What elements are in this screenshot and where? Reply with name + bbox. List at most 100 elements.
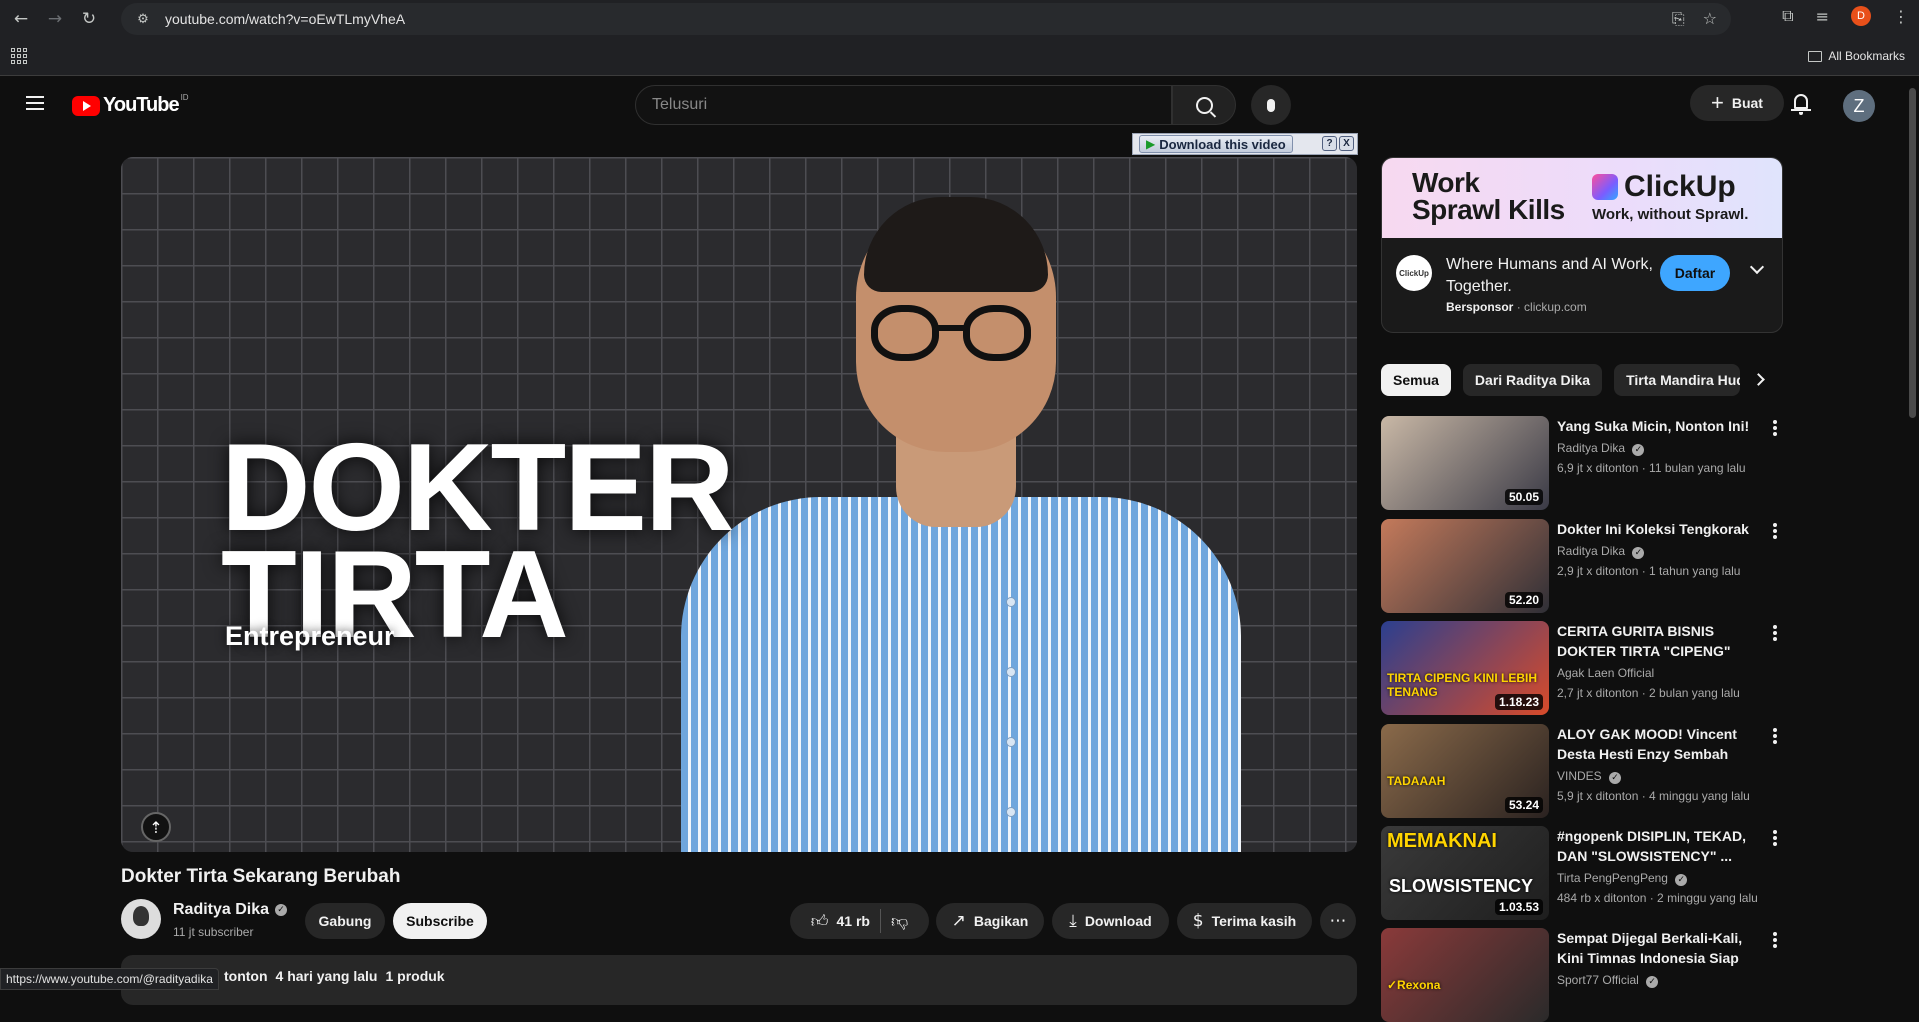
recommended-channel[interactable]: Tirta PengPengPeng ✓: [1557, 868, 1688, 888]
more-vertical-icon[interactable]: [1773, 523, 1777, 539]
url-text[interactable]: youtube.com/watch?v=oEwTLmyVheA: [165, 11, 405, 27]
forward-icon[interactable]: →: [42, 6, 68, 32]
recommended-channel[interactable]: Agak Laen Official: [1557, 663, 1654, 683]
site-info-icon[interactable]: ⚙: [135, 11, 151, 27]
sponsored-ad-card[interactable]: Work Sprawl Kills ClickUp Work, without …: [1381, 157, 1783, 333]
recommended-channel-name[interactable]: Sport77 Official: [1557, 973, 1639, 987]
verified-badge-icon: ✓: [1632, 547, 1645, 559]
recommended-channel-name[interactable]: Raditya Dika: [1557, 544, 1625, 558]
thumbnail-caption-2: SLOWSISTENCY: [1389, 876, 1534, 896]
recommended-stats: 5,9 jt x ditonton · 4 minggu yang lalu: [1557, 789, 1750, 803]
thanks-button[interactable]: $ Terima kasih: [1177, 903, 1312, 939]
recommended-channel[interactable]: VINDES ✓: [1557, 766, 1622, 786]
recommended-video[interactable]: TADAAAH 53.24 ALOY GAK MOOD! Vincent Des…: [1381, 724, 1783, 818]
filter-chips: Semua Dari Raditya Dika Tirta Mandira Hu…: [1381, 364, 1741, 396]
download-this-video-button[interactable]: ▶ Download this video: [1139, 135, 1293, 153]
download-close-button[interactable]: X: [1339, 136, 1354, 151]
more-vertical-icon[interactable]: [1773, 625, 1777, 641]
recommended-title[interactable]: #ngopenk DISIPLIN, TEKAD, DAN "SLOWSISTE…: [1557, 826, 1763, 866]
chevron-right-icon[interactable]: [1752, 373, 1765, 386]
like-icon[interactable]: 👍︎: [811, 911, 829, 932]
recommended-thumbnail[interactable]: TIRTA CIPENG KINI LEBIH TENANG 1.18.23: [1381, 621, 1549, 715]
create-label: Buat: [1731, 95, 1763, 111]
apps-grid-icon[interactable]: [11, 48, 27, 64]
browser-menu-icon[interactable]: ⋮: [1893, 7, 1909, 26]
ad-headline-line2: Sprawl Kills: [1412, 193, 1565, 225]
reload-icon[interactable]: ↻: [76, 6, 102, 32]
recommended-channel-name[interactable]: Raditya Dika: [1557, 441, 1625, 455]
download-help-button[interactable]: ?: [1322, 136, 1337, 151]
recommended-video[interactable]: 52.20 Dokter Ini Koleksi Tengkorak Radit…: [1381, 519, 1783, 613]
microphone-icon: [1267, 98, 1275, 112]
chip-from-channel[interactable]: Dari Raditya Dika: [1462, 364, 1603, 396]
recommended-title[interactable]: Sempat Dijegal Berkali-Kali, Kini Timnas…: [1557, 928, 1763, 968]
recommended-video[interactable]: 50.05 Yang Suka Micin, Nonton Ini! Radit…: [1381, 416, 1783, 510]
recommended-channel[interactable]: Raditya Dika ✓: [1557, 438, 1645, 458]
browser-profile-avatar[interactable]: D: [1851, 6, 1871, 26]
all-bookmarks-button[interactable]: All Bookmarks: [1808, 49, 1905, 63]
notifications-bell-icon[interactable]: [1791, 93, 1811, 115]
more-vertical-icon[interactable]: [1773, 932, 1777, 948]
recommended-thumbnail[interactable]: 52.20: [1381, 519, 1549, 613]
more-vertical-icon[interactable]: [1773, 830, 1777, 846]
extensions-icon[interactable]: ⧉: [1782, 6, 1793, 26]
search-button[interactable]: [1172, 85, 1236, 125]
recommended-video[interactable]: ✓Rexona Sempat Dijegal Berkali-Kali, Kin…: [1381, 928, 1783, 1022]
youtube-header: YouTube ID Telusuri + Buat Z: [0, 77, 1919, 133]
channel-name-text[interactable]: Raditya Dika: [173, 901, 269, 919]
chevron-down-icon[interactable]: [1749, 259, 1765, 275]
back-icon[interactable]: ←: [8, 6, 34, 32]
verified-badge-icon: ✓: [1632, 444, 1645, 456]
video-player[interactable]: DOKTER TIRTA Entrepreneur ⇡: [121, 157, 1357, 852]
share-button[interactable]: ↗ Bagikan: [936, 903, 1044, 939]
recommended-title[interactable]: Dokter Ini Koleksi Tengkorak: [1557, 519, 1763, 539]
recommended-channel-name[interactable]: Agak Laen Official: [1557, 666, 1654, 680]
description-summary[interactable]: tonton 4 hari yang lalu 1 produk: [224, 968, 445, 984]
player-overlay-icon[interactable]: ⇡: [141, 812, 171, 842]
bookmark-star-icon[interactable]: ☆: [1703, 9, 1717, 29]
chip-related[interactable]: Tirta Mandira Hudhi: [1614, 364, 1741, 396]
recommended-video[interactable]: TIRTA CIPENG KINI LEBIH TENANG 1.18.23 C…: [1381, 621, 1783, 715]
create-button[interactable]: + Buat: [1690, 85, 1784, 121]
recommended-channel-name[interactable]: VINDES: [1557, 769, 1602, 783]
recommended-title[interactable]: CERITA GURITA BISNIS DOKTER TIRTA "CIPEN…: [1557, 621, 1763, 661]
more-vertical-icon[interactable]: [1773, 728, 1777, 744]
advertiser-icon[interactable]: ClickUp: [1396, 255, 1432, 291]
thumbnail-caption: TADAAAH: [1387, 774, 1446, 788]
ad-title[interactable]: Where Humans and AI Work, Together.: [1446, 254, 1656, 297]
recommended-title[interactable]: Yang Suka Micin, Nonton Ini!: [1557, 416, 1763, 436]
search-input[interactable]: Telusuri: [635, 85, 1172, 125]
recommended-channel[interactable]: Raditya Dika ✓: [1557, 541, 1645, 561]
hamburger-menu-icon[interactable]: [26, 96, 44, 110]
recommended-thumbnail[interactable]: TADAAAH 53.24: [1381, 724, 1549, 818]
recommended-title[interactable]: ALOY GAK MOOD! Vincent Desta Hesti Enzy …: [1557, 724, 1763, 764]
account-avatar[interactable]: Z: [1843, 90, 1875, 122]
ad-brand-tagline: Work, without Sprawl.: [1592, 206, 1749, 223]
recommended-video[interactable]: MEMAKNAI SLOWSISTENCY 1.03.53 #ngopenk D…: [1381, 826, 1783, 920]
join-button[interactable]: Gabung: [305, 903, 385, 939]
download-button[interactable]: ⤓ Download: [1052, 903, 1169, 939]
chip-all[interactable]: Semua: [1381, 364, 1451, 396]
recommended-thumbnail[interactable]: 50.05: [1381, 416, 1549, 510]
media-controls-icon[interactable]: ≡: [1816, 7, 1829, 26]
recommended-channel-name[interactable]: Tirta PengPengPeng: [1557, 871, 1668, 885]
dislike-icon[interactable]: 👎︎: [891, 911, 908, 932]
recommended-channel[interactable]: Sport77 Official ✓: [1557, 970, 1659, 990]
install-app-icon[interactable]: ⎘: [1672, 9, 1685, 29]
ad-meta: Bersponsor · clickup.com: [1446, 300, 1587, 314]
ad-signup-button[interactable]: Daftar: [1660, 255, 1730, 291]
recommended-thumbnail[interactable]: ✓Rexona: [1381, 928, 1549, 1022]
address-bar[interactable]: ⚙ youtube.com/watch?v=oEwTLmyVheA ⎘ ☆: [121, 3, 1731, 35]
more-vertical-icon[interactable]: [1773, 420, 1777, 436]
share-icon: ↗: [951, 911, 966, 931]
youtube-logo[interactable]: YouTube ID: [72, 93, 189, 117]
scrollbar-thumb[interactable]: [1909, 88, 1916, 418]
channel-avatar[interactable]: [121, 899, 161, 939]
recommended-thumbnail[interactable]: MEMAKNAI SLOWSISTENCY 1.03.53: [1381, 826, 1549, 920]
voice-search-button[interactable]: [1251, 85, 1291, 125]
subscribe-button[interactable]: Subscribe: [393, 903, 487, 939]
channel-name[interactable]: Raditya Dika ✓: [173, 901, 288, 919]
more-actions-button[interactable]: ⋯: [1320, 903, 1356, 939]
ad-banner[interactable]: Work Sprawl Kills ClickUp Work, without …: [1382, 158, 1782, 238]
like-count[interactable]: 41 rb: [837, 913, 870, 929]
